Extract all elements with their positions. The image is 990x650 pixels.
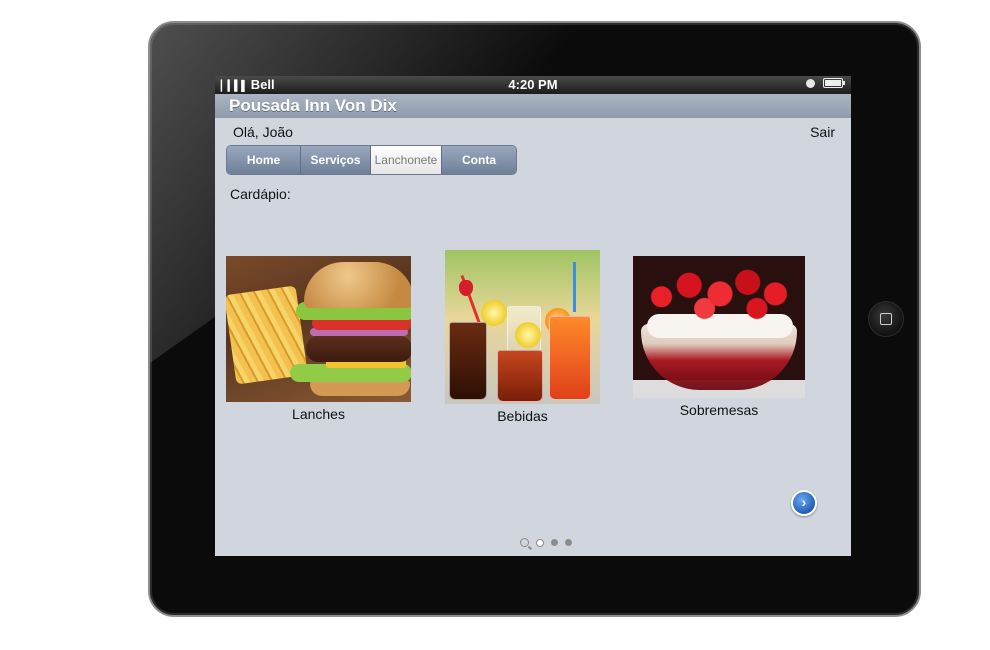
burger-image: [226, 256, 411, 402]
home-square-icon: [880, 313, 892, 325]
drinks-image: [445, 250, 600, 404]
home-button[interactable]: [868, 301, 904, 337]
menu-heading: Cardápio:: [230, 186, 291, 202]
app-title: Pousada Inn Von Dix: [229, 96, 397, 115]
status-time: 4:20 PM: [508, 77, 558, 92]
page-indicator: [520, 538, 572, 547]
next-page-button[interactable]: ›: [791, 490, 817, 516]
menu-item-caption: Bebidas: [497, 408, 548, 424]
status-icons: [806, 78, 845, 88]
menu-item-sobremesas[interactable]: Sobremesas: [633, 256, 805, 418]
chevron-right-icon: ›: [801, 494, 807, 510]
tab-servicos[interactable]: Serviços: [301, 146, 371, 174]
tab-lanchonete[interactable]: Lanchonete: [371, 146, 442, 174]
menu-item-caption: Lanches: [292, 406, 345, 422]
status-bar: ▏▎▍▌ Bell 4:20 PM: [215, 76, 851, 94]
carrier: ▏▎▍▌ Bell: [221, 77, 275, 92]
signal-icon: ▏▎▍▌: [221, 81, 248, 92]
page-dot-2[interactable]: [551, 539, 558, 546]
tab-home[interactable]: Home: [227, 146, 301, 174]
carrier-name: Bell: [250, 77, 275, 92]
tab-conta[interactable]: Conta: [442, 146, 516, 174]
menu-item-lanches[interactable]: Lanches: [226, 256, 411, 422]
dessert-image: [633, 256, 805, 398]
device-screen: ▏▎▍▌ Bell 4:20 PM Pousada Inn Von Dix Ol…: [215, 76, 851, 556]
menu-item-bebidas[interactable]: Bebidas: [445, 250, 600, 424]
logout-link[interactable]: Sair: [810, 124, 835, 140]
search-icon[interactable]: [520, 538, 529, 547]
orientation-lock-icon: [806, 78, 815, 88]
page-dot-3[interactable]: [565, 539, 572, 546]
page-dot-1[interactable]: [536, 538, 544, 547]
menu-item-caption: Sobremesas: [679, 402, 759, 418]
segmented-tabs: Home Serviços Lanchonete Conta: [226, 145, 517, 175]
battery-icon: [823, 78, 845, 88]
title-bar: Pousada Inn Von Dix: [215, 94, 851, 118]
user-greeting: Olá, João: [233, 124, 293, 140]
